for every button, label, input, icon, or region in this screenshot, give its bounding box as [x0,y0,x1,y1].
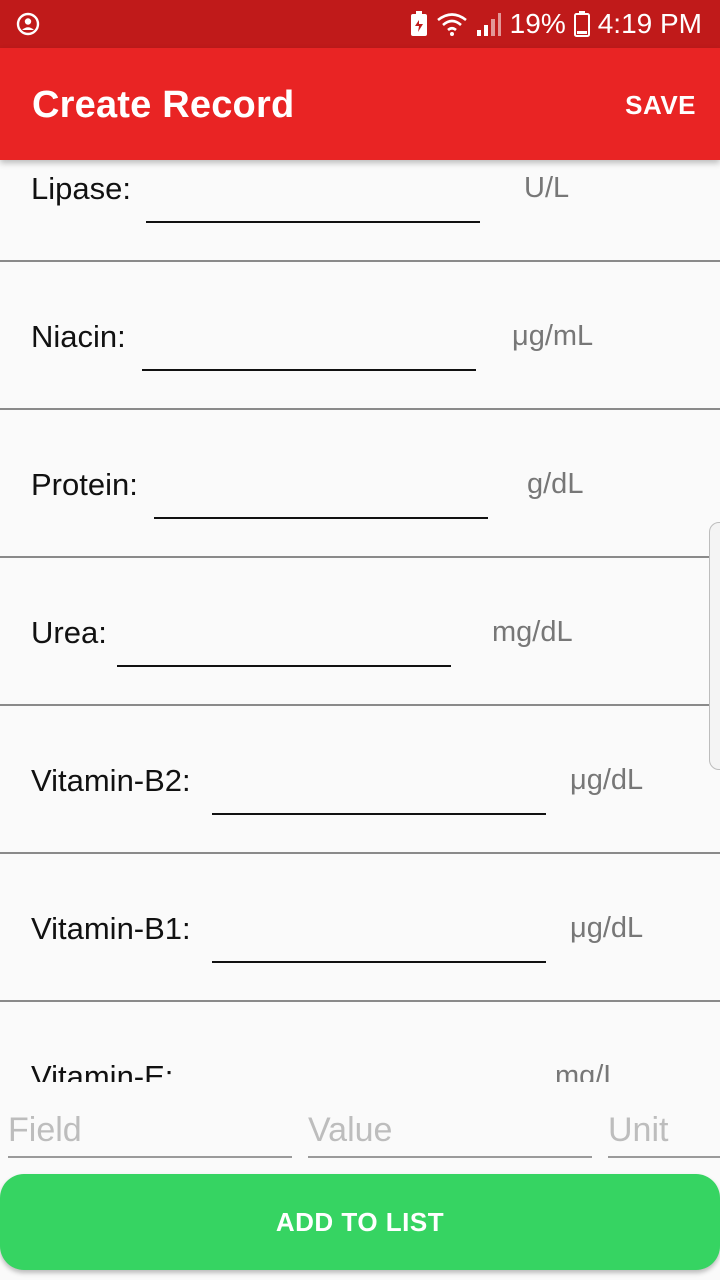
app-bar: Create Record SAVE [0,48,720,160]
status-bar: 19% 4:19 PM [0,0,720,48]
battery-icon [573,11,590,37]
record-value-input[interactable] [212,911,546,963]
record-unit: g/dL [527,468,584,500]
field-input[interactable]: Field [8,1100,292,1158]
list-item: Vitamin-E: mg/L [0,1000,720,1082]
list-item: Niacin: μg/mL [0,260,720,410]
record-value-input[interactable] [212,763,546,815]
record-unit: mg/L [555,1060,620,1082]
record-value-input[interactable] [117,615,451,667]
field-placeholder: Field [8,1111,82,1149]
list-item: Vitamin-B1: μg/dL [0,852,720,1002]
record-label: Vitamin-B1: [31,911,191,946]
record-list[interactable]: Lipase: U/L Niacin: μg/mL Protein: g/dL … [0,112,720,1082]
record-label: Niacin: [31,319,126,354]
page-title: Create Record [32,84,295,126]
wifi-icon [436,11,468,37]
new-record-inputs: Field Value Unit [0,1100,720,1160]
value-input[interactable]: Value [308,1100,592,1158]
record-label: Vitamin-B2: [31,763,191,798]
record-value-input[interactable] [154,467,488,519]
unit-input[interactable]: Unit [608,1100,720,1158]
record-unit: μg/mL [512,320,594,352]
save-button[interactable]: SAVE [625,90,696,121]
clock: 4:19 PM [597,8,702,39]
record-value-input[interactable] [146,171,480,223]
account-circle-icon [16,12,40,36]
signal-icon [476,11,502,37]
list-item: Urea: mg/dL [0,556,720,706]
record-unit: mg/dL [492,616,573,648]
record-label: Urea: [31,615,107,650]
unit-placeholder: Unit [608,1111,669,1149]
record-value-input[interactable] [200,1059,534,1082]
record-label: Lipase: [31,171,131,206]
list-item: Vitamin-B2: μg/dL [0,704,720,854]
value-placeholder: Value [308,1111,393,1149]
battery-saver-icon [410,11,428,37]
record-unit: μg/dL [570,912,644,944]
record-label: Vitamin-E: [31,1059,174,1082]
list-item: Protein: g/dL [0,408,720,558]
battery-percent: 19% [509,8,566,39]
record-unit: μg/dL [570,764,644,796]
record-label: Protein: [31,467,138,502]
add-to-list-button[interactable]: ADD TO LIST [0,1174,720,1270]
record-value-input[interactable] [142,319,476,371]
record-unit: U/L [524,172,570,204]
scrollbar-handle[interactable] [709,522,720,770]
